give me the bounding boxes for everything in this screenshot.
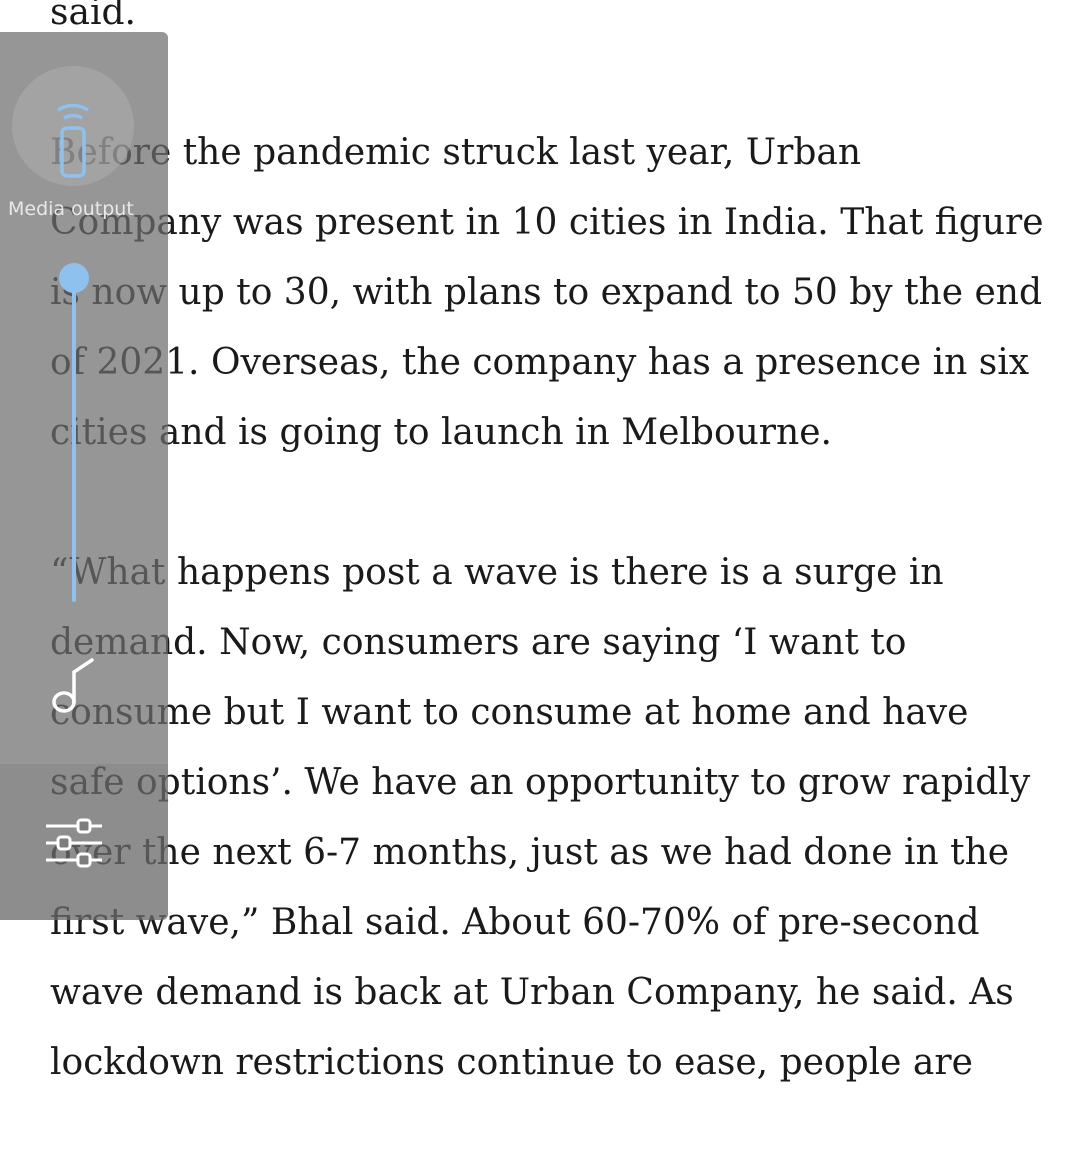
article-paragraph: “What happens post a wave is there is a … [50,538,1040,1098]
volume-panel: Media output [0,32,168,920]
sliders-settings-icon[interactable] [44,816,104,877]
media-volume-slider[interactable] [72,278,76,602]
music-note-icon [46,654,98,723]
article-line: wave demand is back at Urban Company, he… [50,972,1014,1013]
article-line: lockdown restrictions continue to ease, … [50,1042,973,1083]
media-volume-slider-thumb[interactable] [59,263,89,293]
article-line: said. [50,0,136,33]
media-output-button[interactable] [12,66,134,186]
article-line: cities and is going to launch in Melbour… [50,412,832,453]
article-line: is now up to 30, with plans to expand to… [50,272,1043,313]
article-line: of 2021. Overseas, the company has a pre… [50,342,1030,383]
article-line: Company was present in 10 cities in Indi… [50,202,1044,243]
article-line: “What happens post a wave is there is a … [50,552,944,593]
media-output-icon [57,103,89,178]
article-paragraph: said. [50,0,1040,48]
article-body: said. Before the pandemic struck last ye… [50,0,1044,1168]
article-line: first wave,” Bhal said. About 60-70% of … [50,902,980,943]
article-line: Before the pandemic struck last year, Ur… [50,132,862,173]
article-line: demand. Now, consumers are saying ‘I wan… [50,622,907,663]
article-line: consume but I want to consume at home an… [50,692,969,733]
article-line: over the next 6-7 months, just as we had… [50,832,1010,873]
article-paragraph: Before the pandemic struck last year, Ur… [50,118,1044,468]
media-output-label: Media output [8,198,134,220]
article-line: safe options’. We have an opportunity to… [50,762,1031,803]
